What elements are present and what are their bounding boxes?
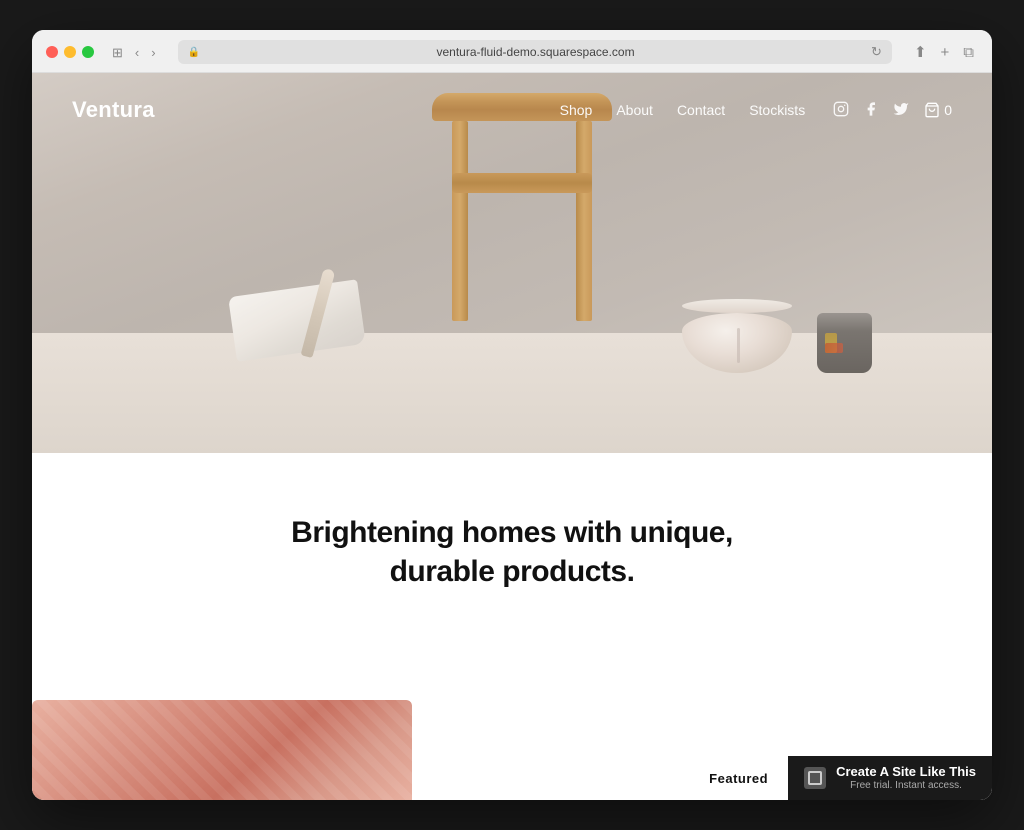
bowl-body (682, 313, 792, 373)
facebook-icon[interactable] (863, 101, 879, 120)
traffic-lights (46, 46, 94, 58)
textile-decoration (232, 288, 372, 368)
site-logo[interactable]: Ventura (72, 97, 155, 123)
chair-rail-mid (452, 173, 592, 193)
cta-text: Create A Site Like This Free trial. Inst… (836, 764, 976, 792)
tagline-line1: Brightening homes with unique, (291, 516, 733, 549)
hero-section: Ventura Shop About Contact Stockists (32, 73, 992, 453)
content-section: Brightening homes with unique, durable p… (32, 453, 992, 800)
back-button[interactable]: ‹ (131, 44, 143, 61)
tagline-line2: durable products. (390, 555, 635, 588)
address-bar[interactable]: 🔒 ventura-fluid-demo.squarespace.com ↻ (178, 40, 892, 64)
featured-label: Featured (689, 756, 788, 800)
bowl-decoration (682, 303, 792, 373)
squarespace-logo-icon (804, 767, 826, 789)
nav-link-stockists[interactable]: Stockists (749, 102, 805, 118)
chair-leg-left (452, 121, 468, 321)
share-button[interactable]: ⬆ (910, 41, 931, 63)
website-content: Ventura Shop About Contact Stockists (32, 73, 992, 800)
textile-fold (228, 279, 366, 361)
new-tab-button[interactable]: + (937, 42, 954, 63)
traffic-light-green[interactable] (82, 46, 94, 58)
cta-subtitle: Free trial. Instant access. (836, 780, 976, 792)
chair-leg-right (576, 121, 592, 321)
traffic-light-yellow[interactable] (64, 46, 76, 58)
sidebar-toggle-button[interactable]: ⊞ (108, 44, 127, 61)
squarespace-logo-inner (808, 771, 822, 785)
cart-icon[interactable]: 0 (923, 102, 952, 118)
tagline: Brightening homes with unique, durable p… (252, 513, 772, 591)
squarespace-cta-button[interactable]: Create A Site Like This Free trial. Inst… (788, 756, 992, 800)
browser-controls: ⊞ ‹ › (108, 44, 160, 61)
instagram-icon[interactable] (833, 101, 849, 120)
traffic-light-red[interactable] (46, 46, 58, 58)
bowl-rim (682, 299, 792, 313)
cup-body (817, 313, 872, 373)
product-image-left (32, 700, 412, 800)
nav-link-about[interactable]: About (616, 102, 653, 118)
cta-title: Create A Site Like This (836, 764, 976, 780)
site-navigation: Ventura Shop About Contact Stockists (32, 73, 992, 147)
url-text: ventura-fluid-demo.squarespace.com (206, 45, 865, 59)
nav-right: Shop About Contact Stockists (560, 101, 952, 120)
small-cup-decoration (817, 313, 872, 383)
bowl-drip (737, 328, 740, 363)
cart-count: 0 (944, 102, 952, 118)
reload-icon: ↻ (871, 44, 882, 60)
nav-social-icons: 0 (833, 101, 952, 120)
browser-window: ⊞ ‹ › 🔒 ventura-fluid-demo.squarespace.c… (32, 30, 992, 800)
product-strip: Featured Create A Site Like This Free tr… (32, 700, 992, 800)
forward-button[interactable]: › (147, 44, 159, 61)
browser-chrome: ⊞ ‹ › 🔒 ventura-fluid-demo.squarespace.c… (32, 30, 992, 73)
product-texture (32, 700, 412, 800)
nav-link-shop[interactable]: Shop (560, 102, 593, 118)
lock-icon: 🔒 (188, 47, 200, 58)
nav-link-contact[interactable]: Contact (677, 102, 725, 118)
bottom-bar: Featured Create A Site Like This Free tr… (412, 756, 992, 800)
cup-accent2 (825, 343, 843, 353)
tabs-button[interactable]: ⧉ (959, 42, 978, 63)
browser-actions: ⬆ + ⧉ (910, 41, 978, 63)
twitter-icon[interactable] (893, 101, 909, 120)
